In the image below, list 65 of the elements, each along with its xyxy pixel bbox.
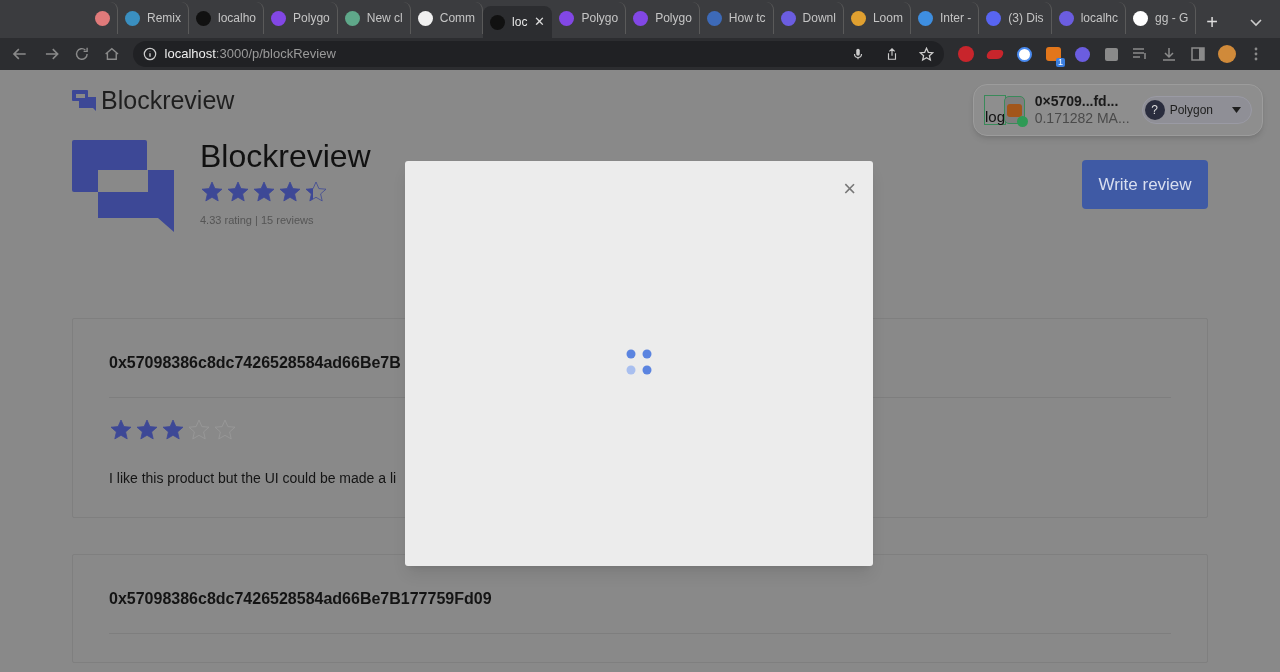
browser-tab[interactable]: (3) Dis <box>979 2 1052 34</box>
tab-title: Loom <box>872 10 903 27</box>
url-text: localhost:3000/p/blockReview <box>164 45 336 64</box>
microphone-icon[interactable] <box>851 47 865 61</box>
tab-close-button[interactable]: ✕ <box>534 12 546 32</box>
home-icon[interactable] <box>102 45 121 63</box>
star-icon <box>304 180 328 204</box>
tab-title: Polygo <box>655 10 692 27</box>
tab-title: Polygo <box>581 10 619 27</box>
notification-badge: 1 <box>1056 58 1065 67</box>
brand-name[interactable]: Blockreview <box>101 88 235 113</box>
star-icon[interactable] <box>919 46 934 62</box>
star-icon <box>200 180 224 204</box>
write-review-button[interactable]: Write review <box>1082 160 1208 209</box>
review-text: I like this product but the UI could be made a li <box>109 469 397 488</box>
reviewer-address: 0x57098386c8dc7426528584ad66Be7B177759Fd09 <box>109 589 492 609</box>
browser-tab[interactable]: Loom <box>843 2 911 34</box>
browser-tab[interactable]: localhc <box>1051 2 1126 34</box>
new-tab-button[interactable]: + <box>1206 12 1219 32</box>
tab-title: New cl <box>366 10 403 27</box>
wallet-address: 0×5709...fd... <box>1034 92 1120 110</box>
share-icon[interactable] <box>885 47 899 61</box>
tab-title: localhc <box>1080 10 1118 27</box>
network-name: Polygon <box>1169 102 1213 119</box>
address-bar[interactable]: localhost:3000/p/blockReview <box>132 41 944 67</box>
star-icon <box>109 418 133 442</box>
tab-title: Inter - <box>939 10 972 27</box>
tab-title: (3) Dis <box>1008 10 1044 27</box>
browser-tab[interactable]: Remix <box>118 2 189 34</box>
tab-title: localho <box>218 10 257 27</box>
tab-title: How tc <box>728 10 766 27</box>
reviewer-address: 0x57098386c8dc7426528584ad66Be7B <box>109 353 401 373</box>
tab-title: Comm <box>439 10 476 27</box>
chevron-down-icon[interactable] <box>1250 19 1262 27</box>
browser-tab[interactable]: Downl <box>773 2 844 34</box>
tab-title: Downl <box>802 10 836 27</box>
browser-tab[interactable]: Inter - <box>910 2 980 34</box>
star-icon <box>252 180 276 204</box>
product-name: Blockreview <box>200 140 371 172</box>
close-button[interactable]: × <box>843 178 856 200</box>
browser-tab[interactable]: gg - G <box>1126 2 1197 34</box>
tab-title: gg - G <box>1155 10 1189 27</box>
check-badge-icon <box>1016 116 1028 127</box>
network-icon: ? <box>1144 100 1165 120</box>
star-icon <box>135 418 159 442</box>
network-selector[interactable]: ? Polygon <box>1141 96 1252 124</box>
browser-tab[interactable]: New cl <box>337 2 411 34</box>
star-icon <box>161 418 185 442</box>
browser-tab[interactable]: Polygo <box>264 2 338 34</box>
star-icon <box>226 180 250 204</box>
tab-title: loc <box>512 14 528 31</box>
browser-tab[interactable]: localho <box>189 2 265 34</box>
browser-tab[interactable]: Polygo <box>626 2 700 34</box>
tab-title: Remix <box>147 10 181 27</box>
logo-icon <box>72 89 96 112</box>
tab-title: Polygo <box>293 10 330 27</box>
info-icon[interactable] <box>142 47 157 61</box>
reload-icon[interactable] <box>73 45 91 63</box>
caret-icon <box>1232 107 1241 113</box>
star-icon <box>278 180 302 204</box>
browser-tab[interactable]: Polygo <box>552 2 627 34</box>
wallet-balance: 0.171282 MA... <box>1034 110 1130 128</box>
browser-tab[interactable]: How tc <box>699 2 774 34</box>
browser-tab[interactable]: loc ✕ <box>483 6 553 38</box>
wallet-widget[interactable]: log 0×5709...fd... 0.171282 MA... ? Polygon <box>973 84 1263 136</box>
